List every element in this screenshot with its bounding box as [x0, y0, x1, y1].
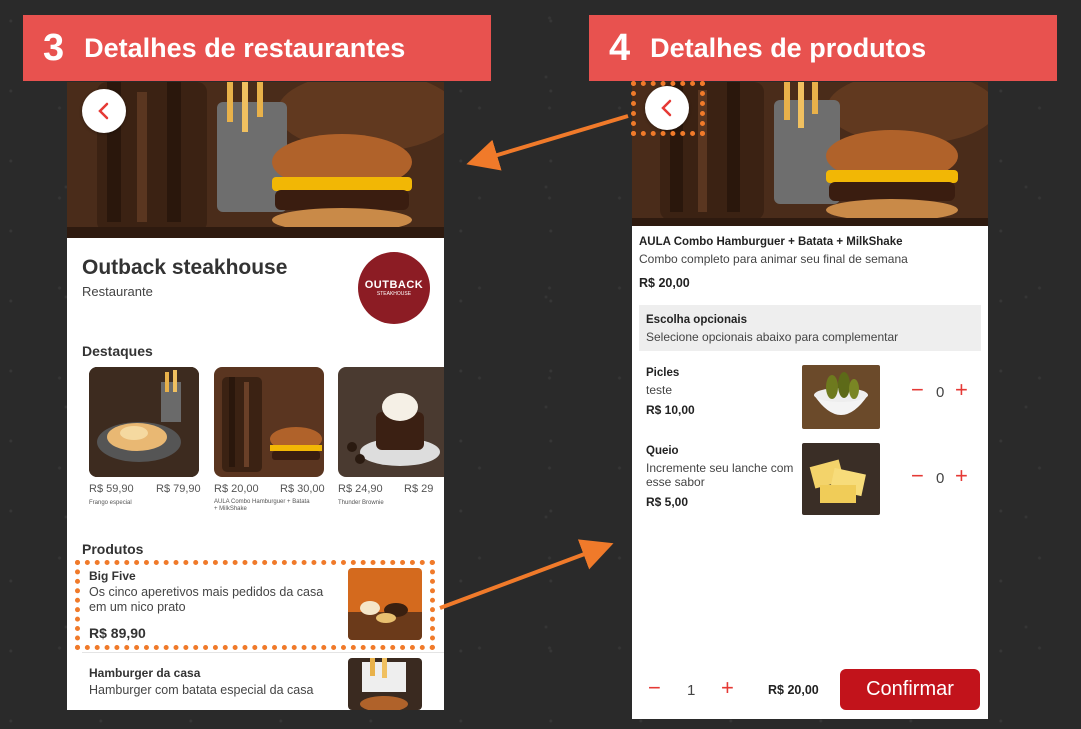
product-subtitle: Combo completo para animar seu final de … [639, 252, 908, 266]
banner-number: 3 [43, 26, 65, 69]
footer-increase-button[interactable]: + [721, 677, 734, 699]
banner-product-details: 4 Detalhes de produtos [589, 15, 1057, 81]
decrease-button[interactable]: − [911, 465, 924, 487]
product-description: Hamburger com batata especial da casa [89, 683, 314, 697]
options-title: Escolha opcionais [646, 314, 747, 326]
footer-total: R$ 20,00 [768, 683, 819, 697]
banner-title: Detalhes de restaurantes [84, 32, 406, 63]
logo-subtext: STEAKHOUSE [376, 291, 412, 297]
confirm-button[interactable]: Confirmar [840, 669, 980, 710]
increase-button[interactable]: + [955, 379, 968, 401]
highlight-price: R$ 24,90 [338, 483, 383, 495]
option-image [802, 443, 880, 515]
highlight-box [75, 560, 435, 650]
highlight-name: AULA Combo Hamburguer + Batata + MilkSha… [214, 499, 310, 512]
products-title: Produtos [82, 541, 144, 557]
product-screen: AULA Combo Hamburguer + Batata + MilkSha… [632, 82, 988, 719]
footer-decrease-button[interactable]: − [648, 677, 661, 699]
increase-button[interactable]: + [955, 465, 968, 487]
option-price: R$ 10,00 [646, 403, 695, 417]
option-description: Incremente seu lanche com esse sabor [646, 461, 794, 489]
logo-text: OUTBACK [364, 279, 424, 291]
back-button[interactable] [82, 89, 126, 133]
option-price: R$ 5,00 [646, 495, 689, 509]
highlight-old-price: R$ 29 [404, 483, 434, 495]
option-quantity: 0 [936, 470, 945, 487]
highlight-image [338, 367, 444, 477]
highlight-price: R$ 59,90 [89, 483, 134, 495]
banner-title: Detalhes de produtos [650, 32, 927, 63]
highlight-old-price: R$ 79,90 [156, 483, 201, 495]
decrease-button[interactable]: − [911, 379, 924, 401]
product-price: R$ 20,00 [639, 276, 690, 290]
highlight-image [89, 367, 199, 477]
product-title: AULA Combo Hamburguer + Batata + MilkSha… [639, 236, 903, 248]
highlight-name: Thunder Brownie [338, 500, 384, 506]
options-subtitle: Selecione opcionais abaixo para compleme… [646, 330, 899, 344]
banner-number: 4 [609, 26, 631, 69]
option-description: teste [646, 383, 673, 397]
highlight-image [214, 367, 324, 477]
restaurant-type: Restaurante [82, 284, 153, 299]
restaurant-name: Outback steakhouse [82, 256, 288, 279]
options-header: Escolha opcionais Selecione opcionais ab… [639, 305, 981, 351]
option-quantity: 0 [936, 384, 945, 401]
highlight-name: Frango especial [89, 500, 132, 506]
highlight-price: R$ 20,00 [214, 483, 259, 495]
banner-restaurant-details: 3 Detalhes de restaurantes [23, 15, 491, 81]
highlights-title: Destaques [82, 343, 153, 359]
product-image [348, 658, 422, 710]
footer-quantity: 1 [687, 682, 696, 699]
chevron-left-icon [98, 102, 109, 120]
restaurant-logo: OUTBACK STEAKHOUSE [358, 252, 430, 324]
highlight-box [631, 81, 705, 136]
option-name: Picles [646, 367, 680, 379]
divider [82, 652, 444, 653]
product-name: Hamburger da casa [89, 666, 201, 680]
restaurant-hero-image [67, 82, 444, 238]
option-name: Queio [646, 445, 679, 457]
option-image [802, 365, 880, 429]
highlight-old-price: R$ 30,00 [280, 483, 325, 495]
